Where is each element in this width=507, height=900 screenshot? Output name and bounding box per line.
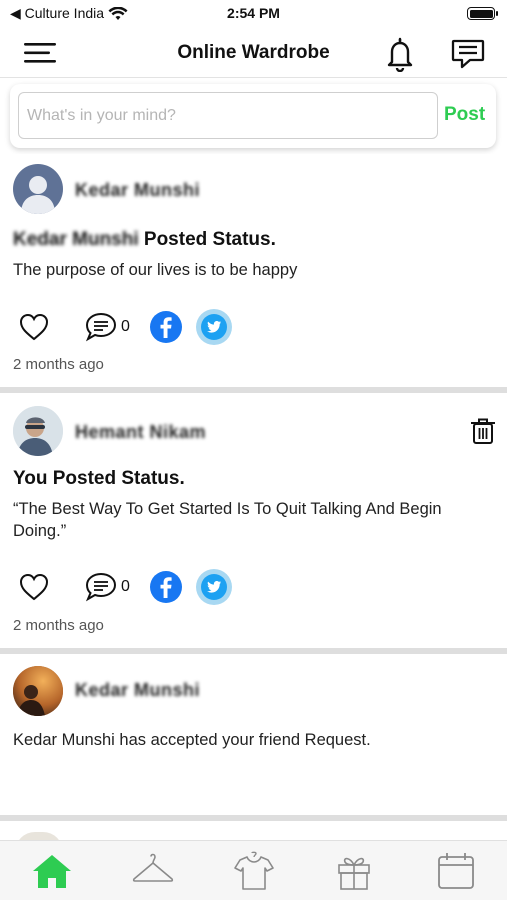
home-icon[interactable] (30, 851, 74, 891)
battery-icon (467, 7, 498, 20)
post-actions: 0 (18, 307, 318, 347)
heart-icon[interactable] (18, 312, 50, 342)
default-user-icon (21, 176, 55, 214)
post-title: Kedar Munshi Posted Status. (13, 229, 276, 251)
facebook-share-icon[interactable] (150, 311, 182, 343)
user-photo (13, 406, 63, 456)
status-input[interactable] (18, 92, 438, 139)
post-actions: 0 (18, 567, 318, 607)
avatar[interactable] (13, 164, 63, 214)
comment-count: 0 (121, 578, 130, 595)
twitter-share-icon[interactable] (196, 309, 232, 345)
comment-icon[interactable] (84, 570, 118, 602)
notification-bell-icon[interactable] (383, 36, 417, 72)
post-timestamp: 2 months ago (13, 617, 104, 634)
post-button[interactable]: Post (444, 104, 485, 126)
messages-icon[interactable] (450, 36, 486, 72)
tshirt-icon[interactable] (232, 851, 276, 891)
user-photo (13, 666, 63, 716)
post-author[interactable]: Kedar Munshi (75, 180, 200, 201)
avatar[interactable] (13, 406, 63, 456)
comment-count: 0 (121, 318, 130, 335)
feed-post: Hemant Nikam You Posted Status. “The Bes… (0, 393, 507, 649)
page-title: Online Wardrobe (177, 42, 330, 63)
post-author[interactable]: Hemant Nikam (75, 422, 206, 443)
post-author[interactable]: Kedar Munshi (75, 680, 200, 701)
post-title-author: Kedar Munshi (13, 229, 139, 250)
post-divider (0, 815, 507, 821)
post-title-suffix: Posted Status. (138, 229, 276, 250)
feed-post: Kedar Munshi Kedar Munshi has accepted y… (0, 654, 507, 816)
feed-post: Kedar Munshi Kedar Munshi Posted Status.… (0, 154, 507, 388)
heart-icon[interactable] (18, 572, 50, 602)
comment-icon[interactable] (84, 310, 118, 342)
avatar[interactable] (13, 666, 63, 716)
hanger-icon[interactable] (131, 851, 175, 891)
gift-icon[interactable] (332, 851, 376, 891)
status-time: 2:54 PM (227, 5, 280, 21)
bottom-nav (0, 840, 507, 900)
calendar-icon[interactable] (434, 851, 478, 891)
post-body: The purpose of our lives is to be happy (13, 261, 298, 279)
facebook-share-icon[interactable] (150, 571, 182, 603)
status-composer: Post (10, 84, 496, 148)
post-body: “The Best Way To Get Started Is To Quit … (13, 500, 442, 540)
post-body: Kedar Munshi has accepted your friend Re… (13, 731, 371, 749)
trash-icon[interactable] (470, 417, 496, 445)
post-title: You Posted Status. (13, 468, 185, 489)
status-bar: ◀ Culture India 2:54 PM (0, 0, 507, 30)
app-header: Online Wardrobe (0, 30, 507, 78)
twitter-share-icon[interactable] (196, 569, 232, 605)
post-timestamp: 2 months ago (13, 356, 104, 373)
